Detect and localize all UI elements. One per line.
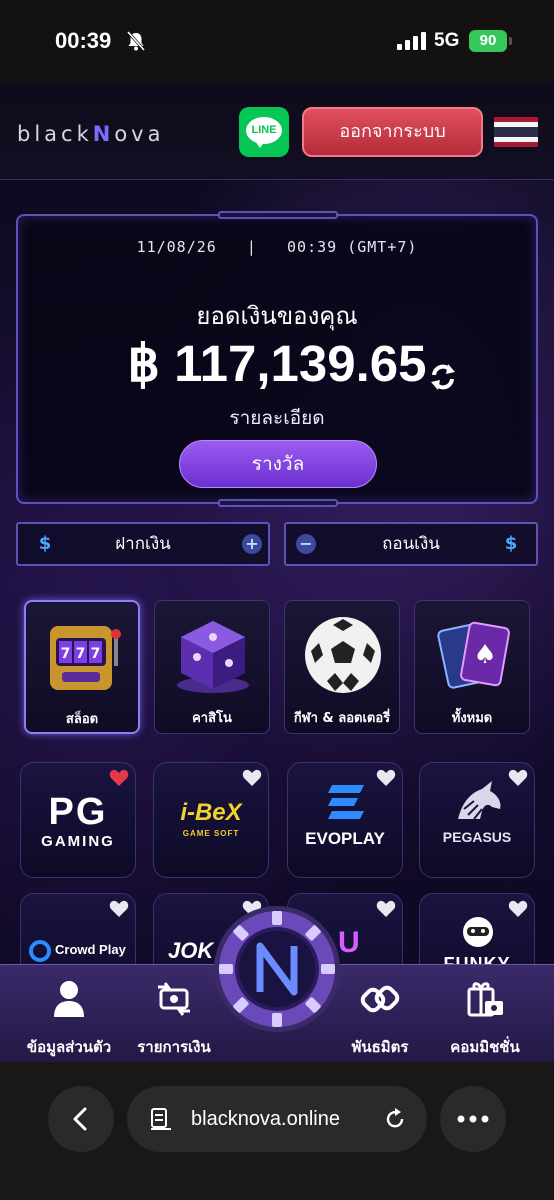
home-chip-button[interactable] bbox=[212, 904, 342, 1034]
logo-text-n: N bbox=[92, 122, 115, 146]
category-casino[interactable]: คาสิโน bbox=[154, 600, 270, 734]
category-label: กีฬา & ลอตเตอรี่ bbox=[293, 711, 391, 726]
deposit-button[interactable]: $ ฝากเงิน + bbox=[16, 522, 270, 566]
commission-gift-icon bbox=[467, 982, 503, 1017]
provider-pegasus[interactable]: PEGASUS bbox=[419, 762, 535, 878]
category-label: สล็อต bbox=[65, 712, 99, 727]
favorite-heart-icon[interactable] bbox=[109, 900, 129, 918]
withdraw-button[interactable]: − ถอนเงิน $ bbox=[284, 522, 538, 566]
favorite-heart-icon[interactable] bbox=[508, 769, 528, 787]
category-label: คาสิโน bbox=[192, 711, 232, 726]
logo-text-right: ova bbox=[114, 122, 165, 146]
nav-label: คอมมิชชั่น bbox=[450, 1038, 520, 1056]
page-menu-icon[interactable] bbox=[149, 1107, 173, 1131]
browser-toolbar: blacknova.online bbox=[0, 1062, 554, 1200]
deposit-label: ฝากเงิน bbox=[115, 534, 171, 554]
network-type: 5G bbox=[434, 30, 460, 51]
provider-logo-text: U bbox=[338, 926, 360, 959]
more-dots-icon bbox=[457, 1115, 489, 1123]
url-text: blacknova.online bbox=[191, 1108, 340, 1130]
reward-button[interactable]: รางวัล bbox=[179, 440, 377, 488]
pegasus-horse-icon bbox=[458, 781, 501, 820]
status-bar: 00:39 5G 90 bbox=[0, 0, 554, 82]
category-slots[interactable]: 7 7 7 สล็อต bbox=[24, 600, 140, 734]
svg-text:7: 7 bbox=[61, 646, 71, 662]
more-button[interactable] bbox=[440, 1086, 506, 1152]
playing-cards-icon: ♠ bbox=[437, 621, 510, 689]
favorite-heart-icon[interactable] bbox=[242, 769, 262, 787]
category-all[interactable]: ♠ ทั้งหมด bbox=[414, 600, 530, 734]
logo-text-left: black bbox=[17, 122, 93, 146]
provider-logo-text: EVOPLAY bbox=[305, 829, 385, 848]
favorite-heart-icon[interactable] bbox=[376, 900, 396, 918]
chevron-left-icon bbox=[73, 1107, 87, 1131]
nav-commission[interactable]: คอมมิชชั่น bbox=[430, 965, 540, 1062]
battery-icon: 90 bbox=[469, 30, 507, 52]
provider-logo-text: i-BeX bbox=[180, 799, 242, 826]
casino-dice-icon bbox=[177, 621, 249, 693]
nav-label: พันธมิตร bbox=[351, 1038, 409, 1056]
evoplay-logo-icon bbox=[328, 785, 364, 819]
thailand-flag-icon[interactable] bbox=[494, 117, 538, 147]
balance-label: ยอดเงินของคุณ bbox=[196, 302, 358, 330]
nav-label: รายการเงิน bbox=[137, 1038, 211, 1056]
app-header: blackNova LINE ออกจากระบบ bbox=[0, 82, 554, 180]
provider-logo-subtext: GAMING bbox=[41, 833, 115, 850]
transactions-icon bbox=[158, 982, 190, 1016]
category-sports-lottery[interactable]: กีฬา & ลอตเตอรี่ bbox=[284, 600, 400, 734]
app-view: blackNova LINE ออกจากระบบ 11/08/26 | 00:… bbox=[0, 82, 554, 1062]
reload-icon[interactable] bbox=[383, 1107, 407, 1131]
provider-ibex[interactable]: i-BeX GAME SOFT bbox=[153, 762, 269, 878]
provider-logo-subtext: GAME SOFT bbox=[182, 829, 240, 838]
partner-link-icon bbox=[360, 985, 400, 1013]
svg-text:7: 7 bbox=[91, 646, 101, 662]
logout-button[interactable]: ออกจากระบบ bbox=[302, 107, 483, 157]
provider-logo-text: PG bbox=[48, 791, 108, 833]
favorite-heart-icon[interactable] bbox=[109, 769, 129, 787]
favorite-heart-icon[interactable] bbox=[376, 769, 396, 787]
category-label: ทั้งหมด bbox=[451, 711, 493, 726]
back-button[interactable] bbox=[48, 1086, 114, 1152]
signal-icon bbox=[397, 32, 426, 50]
plus-icon: + bbox=[242, 534, 262, 554]
balance-amount: ฿ 117,139.65 bbox=[127, 335, 427, 392]
nav-label: ข้อมูลส่วนตัว bbox=[26, 1038, 112, 1056]
provider-logo-text: PEGASUS bbox=[442, 829, 512, 845]
address-bar[interactable]: blacknova.online bbox=[127, 1086, 427, 1152]
line-icon: LINE bbox=[246, 117, 282, 144]
panel-decoration-bottom bbox=[218, 499, 338, 507]
favorite-heart-icon[interactable] bbox=[508, 900, 528, 918]
balance-detail-link[interactable]: รายละเอียด bbox=[18, 403, 536, 433]
status-time: 00:39 bbox=[55, 28, 112, 53]
money-icon: $ bbox=[504, 533, 518, 554]
line-bubble-tail bbox=[255, 141, 265, 148]
panel-decoration-top bbox=[218, 211, 338, 219]
slot-machine-icon: 7 7 7 bbox=[50, 626, 121, 690]
date-text: 11/08/26 bbox=[136, 238, 217, 256]
silent-bell-icon bbox=[126, 31, 146, 51]
svg-text:♠: ♠ bbox=[473, 640, 496, 670]
provider-evoplay[interactable]: EVOPLAY bbox=[287, 762, 403, 878]
crowdplay-logo-icon bbox=[29, 940, 51, 962]
provider-logo-text: Crowd Play bbox=[55, 942, 126, 957]
user-icon bbox=[54, 981, 84, 1017]
balance-panel: 11/08/26 | 00:39 (GMT+7) ยอดเงินของคุณ ฿… bbox=[16, 211, 538, 507]
date-separator: | bbox=[246, 238, 257, 256]
soccer-ball-icon bbox=[305, 617, 381, 693]
refresh-icon[interactable] bbox=[428, 362, 458, 392]
date-time: 11/08/26 | 00:39 (GMT+7) bbox=[18, 238, 536, 256]
line-button[interactable]: LINE bbox=[239, 107, 289, 157]
withdraw-label: ถอนเงิน bbox=[382, 534, 440, 554]
blacknova-logo[interactable]: blackNova bbox=[17, 122, 164, 146]
provider-pg-gaming[interactable]: PG GAMING bbox=[20, 762, 136, 878]
battery-tip bbox=[509, 37, 512, 45]
svg-text:7: 7 bbox=[76, 646, 86, 662]
time-text: 00:39 (GMT+7) bbox=[287, 238, 418, 256]
funky-mascot-icon bbox=[463, 917, 493, 947]
nav-profile[interactable]: ข้อมูลส่วนตัว bbox=[14, 965, 124, 1062]
